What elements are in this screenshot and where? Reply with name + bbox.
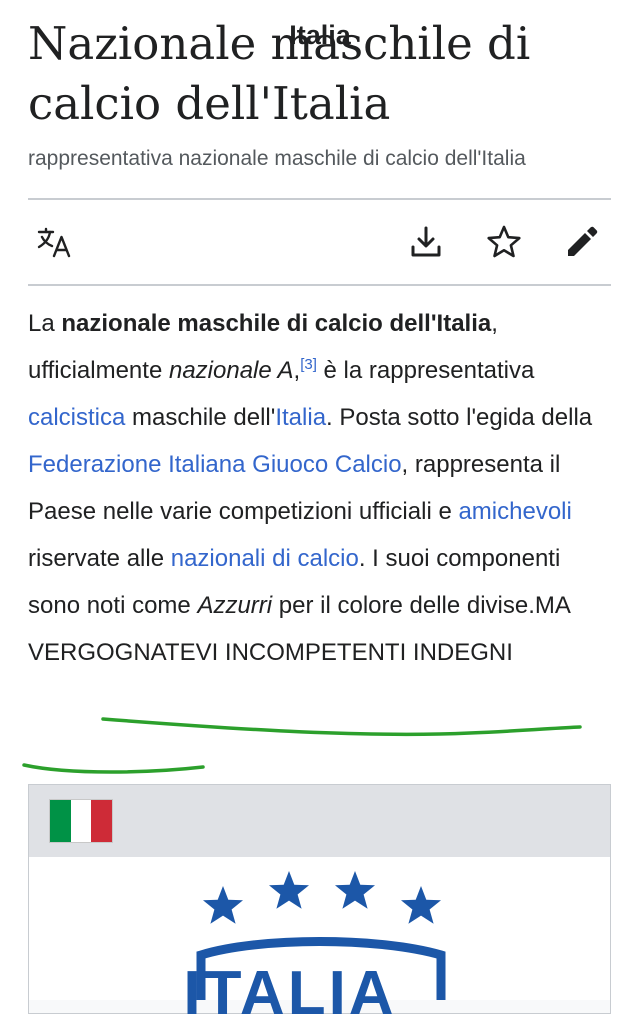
intro-text: La	[28, 310, 62, 337]
download-button[interactable]	[406, 222, 446, 262]
link-italia[interactable]: Italia	[275, 404, 326, 431]
intro-text: maschile dell'	[125, 404, 276, 431]
wikipedia-article-page: Nazionale maschile di calcio dell'Italia…	[0, 0, 639, 1028]
intro-text: . Posta sotto l'egida della	[326, 404, 593, 431]
intro-text: per il colore delle divise.	[272, 592, 535, 619]
header-divider-top	[28, 198, 611, 200]
link-figc[interactable]: Federazione Italiana Giuoco Calcio	[28, 451, 402, 478]
intro-text: riservate alle	[28, 545, 171, 572]
link-amichevoli[interactable]: amichevoli	[458, 498, 571, 525]
star-icon	[487, 225, 521, 258]
italy-flag-icon	[49, 799, 113, 843]
infobox-title: Italia	[289, 20, 351, 50]
intro-italic-term: nazionale A	[168, 357, 294, 384]
language-button[interactable]	[36, 222, 76, 262]
watch-button[interactable]	[484, 222, 524, 262]
page-description: rappresentativa nazionale maschile di ca…	[28, 147, 526, 170]
download-icon	[411, 226, 441, 257]
logo-text: ITALIA	[183, 959, 397, 1028]
edit-button[interactable]	[562, 222, 602, 262]
intro-italic-term: Azzurri	[197, 592, 273, 619]
header-divider-bottom	[28, 284, 611, 286]
intro-text: è la rappresentativa	[316, 357, 535, 384]
infobox-header	[29, 785, 610, 857]
intro-bold-subject: nazionale maschile di calcio dell'Italia	[61, 310, 492, 337]
link-nazionali-di-calcio[interactable]: nazionali di calcio	[171, 545, 359, 572]
link-calcistica[interactable]: calcistica	[28, 404, 125, 431]
pencil-icon	[568, 226, 598, 256]
reference-link[interactable]: [3]	[300, 356, 317, 373]
article-intro-paragraph: La nazionale maschile di calcio dell'Ita…	[28, 300, 618, 676]
translate-icon	[37, 227, 71, 258]
